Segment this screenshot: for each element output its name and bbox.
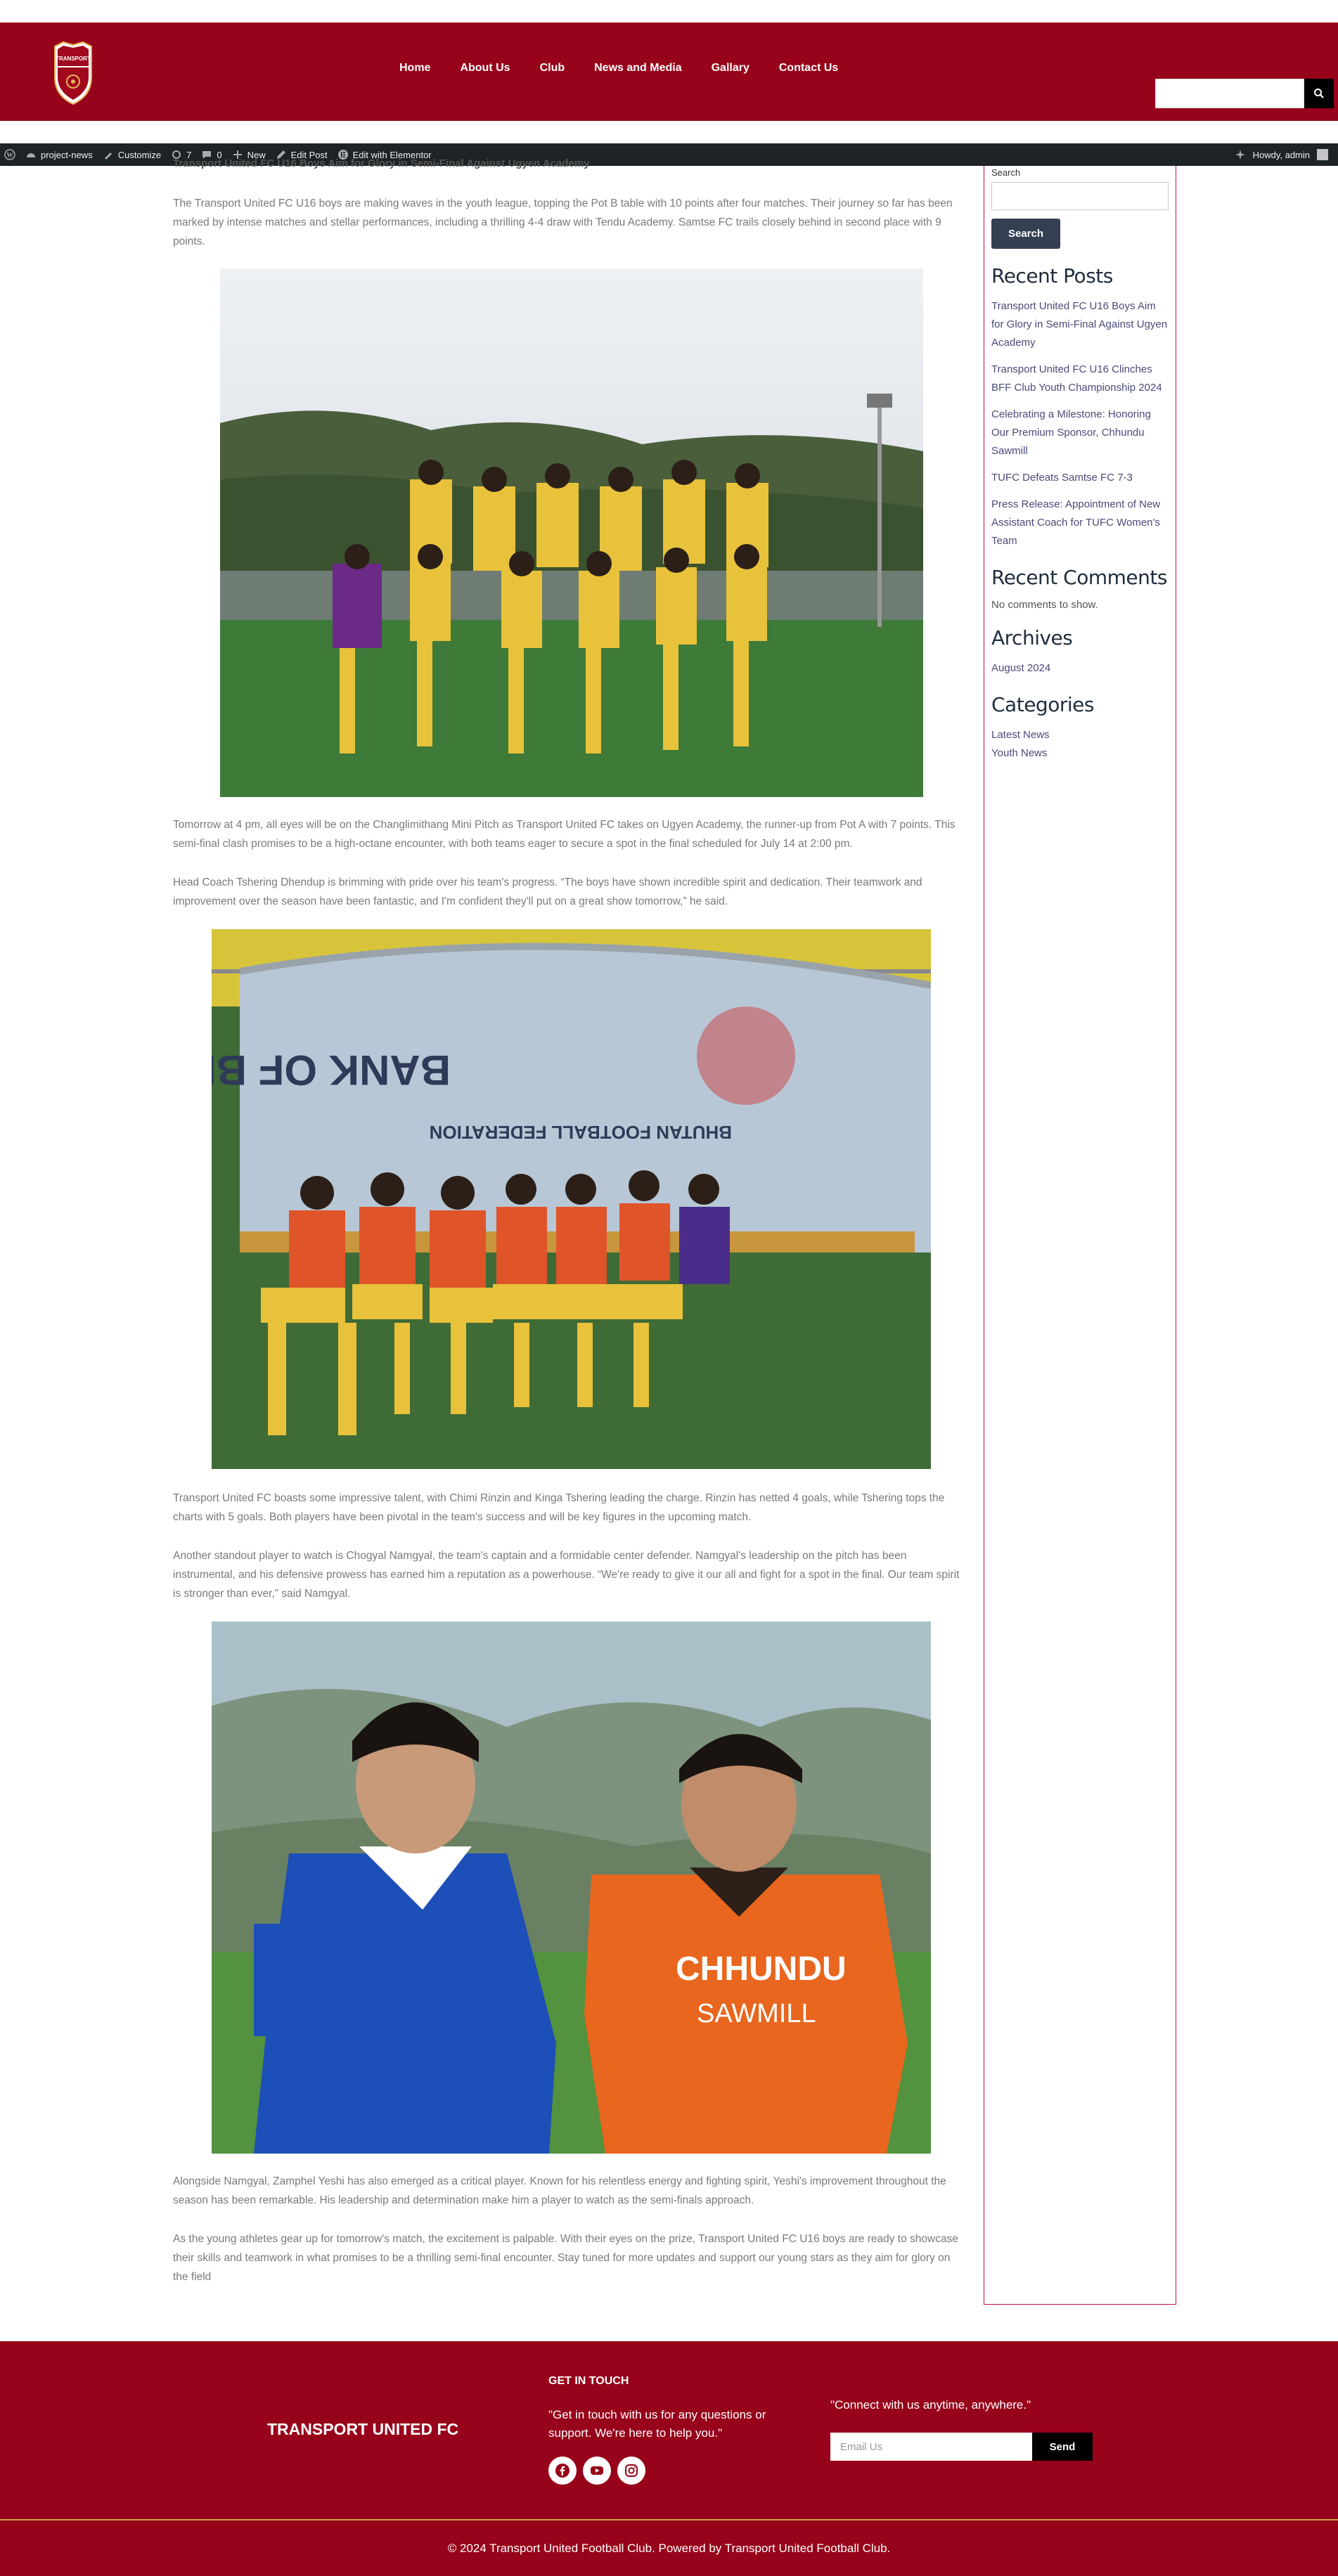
copyright-text: © 2024 Transport United Football Club. P… [0,2520,1338,2576]
archive-link[interactable]: August 2024 [991,659,1169,678]
club-logo[interactable]: TRANSPORT [48,38,98,107]
instagram-icon[interactable] [617,2457,645,2485]
admin-site-name: project-news [41,149,93,160]
paragraph-6: Alongside Namgyal, Zamphel Yeshi has als… [173,2175,946,2206]
players-photo: CHHUNDU SAWMILL [212,1622,931,2154]
footer-get-in-touch: GET IN TOUCH [548,2375,629,2387]
bench-photo: BANK OF BHUTAN BHUTAN FOOTBALL FEDERATIO… [212,929,931,1469]
header-search-input[interactable] [1155,79,1304,108]
svg-text:TRANSPORT: TRANSPORT [56,56,91,62]
admin-customize[interactable]: Customize [103,149,161,160]
wordpress-icon: W [4,149,15,160]
email-field[interactable]: Email Us [830,2433,1032,2461]
shirt-text-2: SAWMILL [697,1999,816,2028]
wordpress-logo[interactable]: W [4,149,15,160]
post-title: Transport United FC U16 Boys Aim for Glo… [173,157,590,169]
social-links [548,2457,645,2485]
paragraph-3: Head Coach Tshering Dhendup is brimming … [173,876,922,907]
no-comments-text: No comments to show. [991,599,1098,611]
admin-site-link[interactable]: project-news [25,149,93,160]
recent-comments-title: Recent Comments [991,566,1167,589]
facebook-icon[interactable] [548,2457,577,2485]
recent-post-link[interactable]: TUFC Defeats Samtse FC 7-3 [991,469,1169,487]
sidebar-search-input[interactable] [991,182,1169,210]
sidebar-search-label: Search [991,167,1021,178]
brush-icon [104,153,112,160]
nav-contact-us[interactable]: Contact Us [779,62,838,75]
paragraph-4: Transport United FC boasts some impressi… [173,1492,945,1523]
category-link[interactable]: Youth News [991,744,1169,763]
bench-sponsor-text: BANK OF BHUTAN [212,1047,451,1094]
youtube-icon[interactable] [583,2457,611,2485]
admin-customize-label: Customize [117,149,162,160]
ai-sparkle-icon[interactable] [1235,149,1246,160]
nav-news-media[interactable]: News and Media [594,62,681,75]
main-nav: Home About Us Club News and Media Gallar… [399,62,868,75]
svg-text:W: W [7,152,13,159]
bench-federation-text: BHUTAN FOOTBALL FEDERATION [430,1122,732,1143]
send-button[interactable]: Send [1032,2433,1093,2461]
categories-title: Categories [991,693,1094,716]
footer-connect-text: "Connect with us anytime, anywhere." [830,2398,1031,2412]
admin-howdy[interactable]: Howdy, admin [1253,150,1310,160]
recent-posts-title: Recent Posts [991,264,1113,287]
site-footer: TRANSPORT UNITED FC GET IN TOUCH "Get in… [0,2341,1338,2520]
footer-description: "Get in touch with us for any questions … [548,2408,766,2440]
recent-post-link[interactable]: Transport United FC U16 Clinches BFF Clu… [991,361,1169,397]
top-strip [0,0,1338,22]
paragraph-1: The Transport United FC U16 boys are mak… [173,198,953,247]
avatar[interactable] [1317,149,1328,160]
recent-post-link[interactable]: Celebrating a Milestone: Honoring Our Pr… [991,406,1169,460]
paragraph-2: Tomorrow at 4 pm, all eyes will be on th… [173,819,956,850]
nav-gallary[interactable]: Gallary [712,62,750,75]
header-search-button[interactable] [1304,79,1334,108]
footer-brand: TRANSPORT UNITED FC [267,2420,459,2438]
category-link[interactable]: Latest News [991,726,1169,744]
recent-post-link[interactable]: Transport United FC U16 Boys Aim for Glo… [991,297,1169,352]
search-icon [1314,89,1324,98]
paragraph-5: Another standout player to watch is Chog… [173,1550,960,1600]
paragraph-7: As the young athletes gear up for tomorr… [173,2233,958,2283]
nav-club[interactable]: Club [540,62,565,75]
team-photo [220,268,923,797]
dashboard-icon [27,153,35,157]
site-header: TRANSPORT Home About Us Club News and Me… [0,22,1338,121]
nav-about-us[interactable]: About Us [460,62,510,75]
recent-post-link[interactable]: Press Release: Appointment of New Assist… [991,496,1169,550]
sidebar: Search Search Recent Posts Transport Uni… [984,166,1176,2305]
nav-home[interactable]: Home [399,62,430,75]
archives-title: Archives [991,626,1073,649]
shirt-text-1: CHHUNDU [676,1950,847,1988]
sidebar-search-button[interactable]: Search [991,219,1061,249]
admin-right: Howdy, admin [1235,143,1328,166]
